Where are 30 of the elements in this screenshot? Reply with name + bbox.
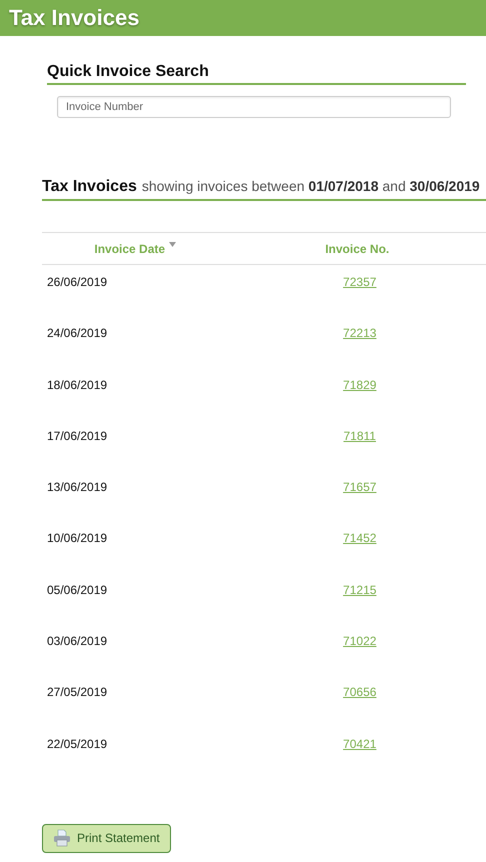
print-statement-button[interactable]: Print Statement	[42, 824, 171, 853]
invoice-number-link[interactable]: 71215	[343, 582, 376, 597]
invoice-number-link[interactable]: 72213	[343, 326, 376, 340]
column-header[interactable]: Invoice No.	[325, 242, 390, 256]
invoice-date: 10/06/2019	[47, 531, 108, 546]
invoice-date: 22/05/2019	[47, 736, 108, 751]
printer-icon	[53, 829, 71, 848]
invoice-date: 03/06/2019	[47, 634, 108, 648]
invoice-date: 13/06/2019	[47, 480, 108, 494]
section-title: Tax Invoices	[42, 178, 137, 196]
invoice-number-link[interactable]: 72357	[343, 275, 376, 289]
invoice-number-link[interactable]: 70656	[343, 685, 376, 700]
invoice-date: 27/05/2019	[47, 685, 108, 700]
invoice-date: 05/06/2019	[47, 582, 108, 597]
invoice-number-link[interactable]: 71829	[343, 378, 376, 392]
page-title: Tax Invoices	[9, 5, 140, 31]
invoice-number-link[interactable]: 71452	[343, 531, 376, 546]
date-range-text: showing invoices between 01/07/2018 and 30/06/2019	[142, 178, 480, 194]
invoice-date: 17/06/2019	[47, 428, 108, 443]
invoice-number-field[interactable]: Invoice Number	[57, 96, 451, 118]
section-title: Quick Invoice Search	[47, 63, 466, 85]
invoice-number-link[interactable]: 71811	[343, 428, 376, 443]
invoice-date: 18/06/2019	[47, 378, 108, 392]
invoice-number-link[interactable]: 71657	[343, 480, 376, 494]
column-header[interactable]: Invoice Date	[94, 242, 176, 256]
invoice-date: 26/06/2019	[47, 275, 108, 289]
invoice-number-link[interactable]: 70421	[343, 736, 376, 751]
invoice-number-link[interactable]: 71022	[343, 634, 376, 648]
invoice-date: 24/06/2019	[47, 326, 108, 340]
sort-down-icon	[169, 242, 176, 246]
